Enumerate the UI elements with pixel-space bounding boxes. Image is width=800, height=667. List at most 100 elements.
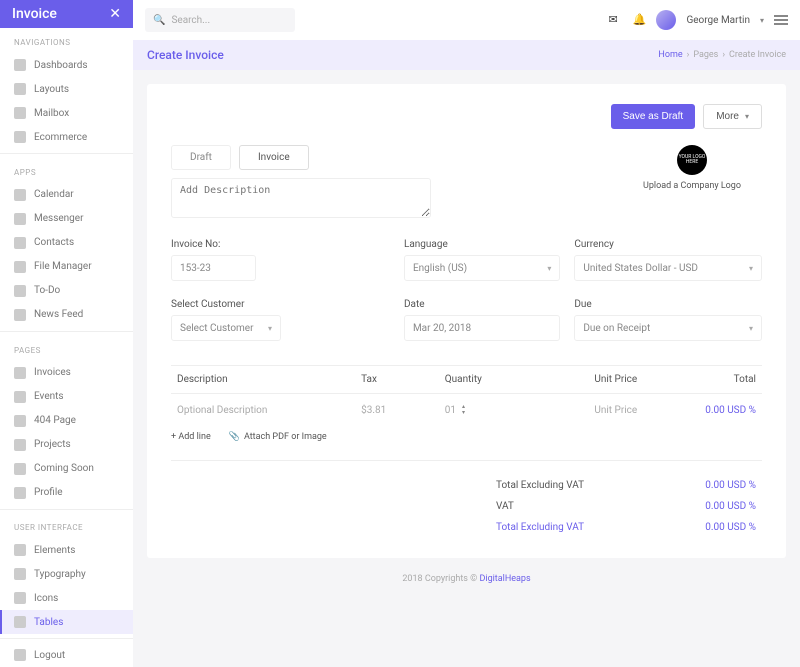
invoices-icon: [14, 367, 26, 379]
events-icon: [14, 391, 26, 403]
sidebar-header: Invoice ✕: [0, 0, 133, 28]
chevron-down-icon: ▾: [749, 264, 753, 273]
icons-icon: [14, 592, 26, 604]
sidebar-item-icons[interactable]: Icons: [0, 586, 133, 610]
footer-link[interactable]: DigitalHeaps: [479, 574, 530, 584]
sidebar-item-layouts[interactable]: Layouts: [0, 77, 133, 101]
sidebar-item-elements[interactable]: Elements: [0, 538, 133, 562]
sidebar-section-apps: APPS: [0, 158, 133, 183]
clock-icon: [14, 463, 26, 475]
invoice-no-label: Invoice No:: [171, 239, 390, 250]
sidebar-item-todo[interactable]: To-Do: [0, 279, 133, 303]
sidebar-item-newsfeed[interactable]: News Feed: [0, 303, 133, 327]
sidebar-item-contacts[interactable]: Contacts: [0, 231, 133, 255]
attach-button[interactable]: 📎Attach PDF or Image: [229, 432, 327, 442]
totals: Total Excluding VAT0.00 USD % VAT0.00 US…: [171, 475, 762, 538]
chevron-down-icon: ▾: [547, 264, 551, 273]
col-unit-header: Unit Price: [528, 374, 647, 385]
sidebar-section-navigations: NAVIGATIONS: [0, 28, 133, 53]
sidebar-item-invoices[interactable]: Invoices: [0, 361, 133, 385]
currency-select[interactable]: United States Dollar - USD▾: [574, 255, 762, 281]
sidebar-item-typography[interactable]: Typography: [0, 562, 133, 586]
breadcrumb: Home › Pages › Create Invoice: [658, 50, 786, 60]
sidebar-item-404[interactable]: 404 Page: [0, 409, 133, 433]
chevron-down-icon: ▾: [745, 112, 749, 121]
customer-select[interactable]: Select Customer▾: [171, 315, 281, 341]
mailbox-icon: [14, 107, 26, 119]
contacts-icon: [14, 237, 26, 249]
tab-draft[interactable]: Draft: [171, 145, 231, 170]
typography-icon: [14, 568, 26, 580]
footer: 2018 Copyrights © DigitalHeaps: [147, 558, 786, 600]
mail-icon[interactable]: ✉: [608, 13, 622, 27]
sidebar-item-comingsoon[interactable]: Coming Soon: [0, 457, 133, 481]
news-icon: [14, 309, 26, 321]
breadcrumb-mid[interactable]: Pages: [693, 50, 718, 60]
vat-label: VAT: [496, 501, 616, 512]
sidebar-item-calendar[interactable]: Calendar: [0, 183, 133, 207]
invoice-no-input[interactable]: 153-23: [171, 255, 256, 281]
main: 🔍 Search... ✉ 🔔 George Martin ▾ Create I…: [133, 0, 800, 667]
search-input[interactable]: 🔍 Search...: [145, 8, 295, 32]
sidebar-item-tables[interactable]: Tables: [0, 610, 133, 634]
language-label: Language: [404, 239, 560, 250]
profile-icon: [14, 487, 26, 499]
breadcrumb-home[interactable]: Home: [658, 50, 682, 60]
quantity-stepper[interactable]: 01▴▾: [445, 404, 529, 416]
line-items: Description Tax Quantity Unit Price Tota…: [171, 365, 762, 461]
add-line-button[interactable]: + Add line: [171, 432, 211, 442]
topbar: 🔍 Search... ✉ 🔔 George Martin ▾: [133, 0, 800, 40]
content-area: Save as Draft More▾ Draft Invoice YOUR L…: [133, 70, 800, 667]
page-title: Create Invoice: [147, 48, 224, 62]
total-excl-vat-value: 0.00 USD %: [676, 480, 756, 491]
calendar-icon: [14, 189, 26, 201]
chevron-down-icon[interactable]: ▾: [462, 410, 465, 416]
col-total-header: Total: [647, 374, 762, 385]
col-tax-header: Tax: [361, 374, 445, 385]
divider: [0, 638, 133, 639]
sidebar-item-messenger[interactable]: Messenger: [0, 207, 133, 231]
sidebar-section-ui: USER INTERFACE: [0, 513, 133, 538]
hamburger-icon[interactable]: [774, 15, 788, 25]
sidebar-item-projects[interactable]: Projects: [0, 433, 133, 457]
line-tax[interactable]: $3.81: [361, 405, 445, 416]
line-unit[interactable]: Unit Price: [528, 405, 647, 416]
sidebar-item-logout[interactable]: Logout: [0, 643, 133, 667]
tab-invoice[interactable]: Invoice: [239, 145, 309, 170]
subheader: Create Invoice Home › Pages › Create Inv…: [133, 40, 800, 70]
customer-label: Select Customer: [171, 299, 390, 310]
sidebar-item-events[interactable]: Events: [0, 385, 133, 409]
line-desc[interactable]: Optional Description: [171, 405, 361, 416]
sidebar-item-mailbox[interactable]: Mailbox: [0, 101, 133, 125]
dashboard-icon: [14, 59, 26, 71]
avatar[interactable]: [656, 10, 676, 30]
elements-icon: [14, 544, 26, 556]
cart-icon: [14, 131, 26, 143]
user-name: George Martin: [686, 15, 750, 26]
bell-icon[interactable]: 🔔: [632, 13, 646, 27]
language-select[interactable]: English (US)▾: [404, 255, 560, 281]
col-qty-header: Quantity: [445, 374, 529, 385]
sidebar-item-ecommerce[interactable]: Ecommerce: [0, 125, 133, 149]
upload-logo-label: Upload a Company Logo: [643, 181, 741, 191]
file-icon: [14, 261, 26, 273]
description-textarea[interactable]: [171, 178, 431, 218]
divider: [0, 331, 133, 332]
error-icon: [14, 415, 26, 427]
currency-label: Currency: [574, 239, 762, 250]
due-label: Due: [574, 299, 762, 310]
sidebar-item-profile[interactable]: Profile: [0, 481, 133, 505]
sidebar-section-pages: PAGES: [0, 336, 133, 361]
sidebar-toggle-icon[interactable]: ✕: [109, 6, 121, 22]
todo-icon: [14, 285, 26, 297]
sidebar-item-dashboards[interactable]: Dashboards: [0, 53, 133, 77]
more-button[interactable]: More▾: [703, 104, 762, 129]
due-select[interactable]: Due on Receipt▾: [574, 315, 762, 341]
date-input[interactable]: Mar 20, 2018: [404, 315, 560, 341]
sidebar-item-filemanager[interactable]: File Manager: [0, 255, 133, 279]
logo-placeholder[interactable]: YOUR LOGO HERE: [677, 145, 707, 175]
total-excl-vat-label: Total Excluding VAT: [496, 480, 616, 491]
save-draft-button[interactable]: Save as Draft: [611, 104, 696, 129]
chevron-down-icon[interactable]: ▾: [760, 16, 764, 25]
logout-icon: [14, 649, 26, 661]
